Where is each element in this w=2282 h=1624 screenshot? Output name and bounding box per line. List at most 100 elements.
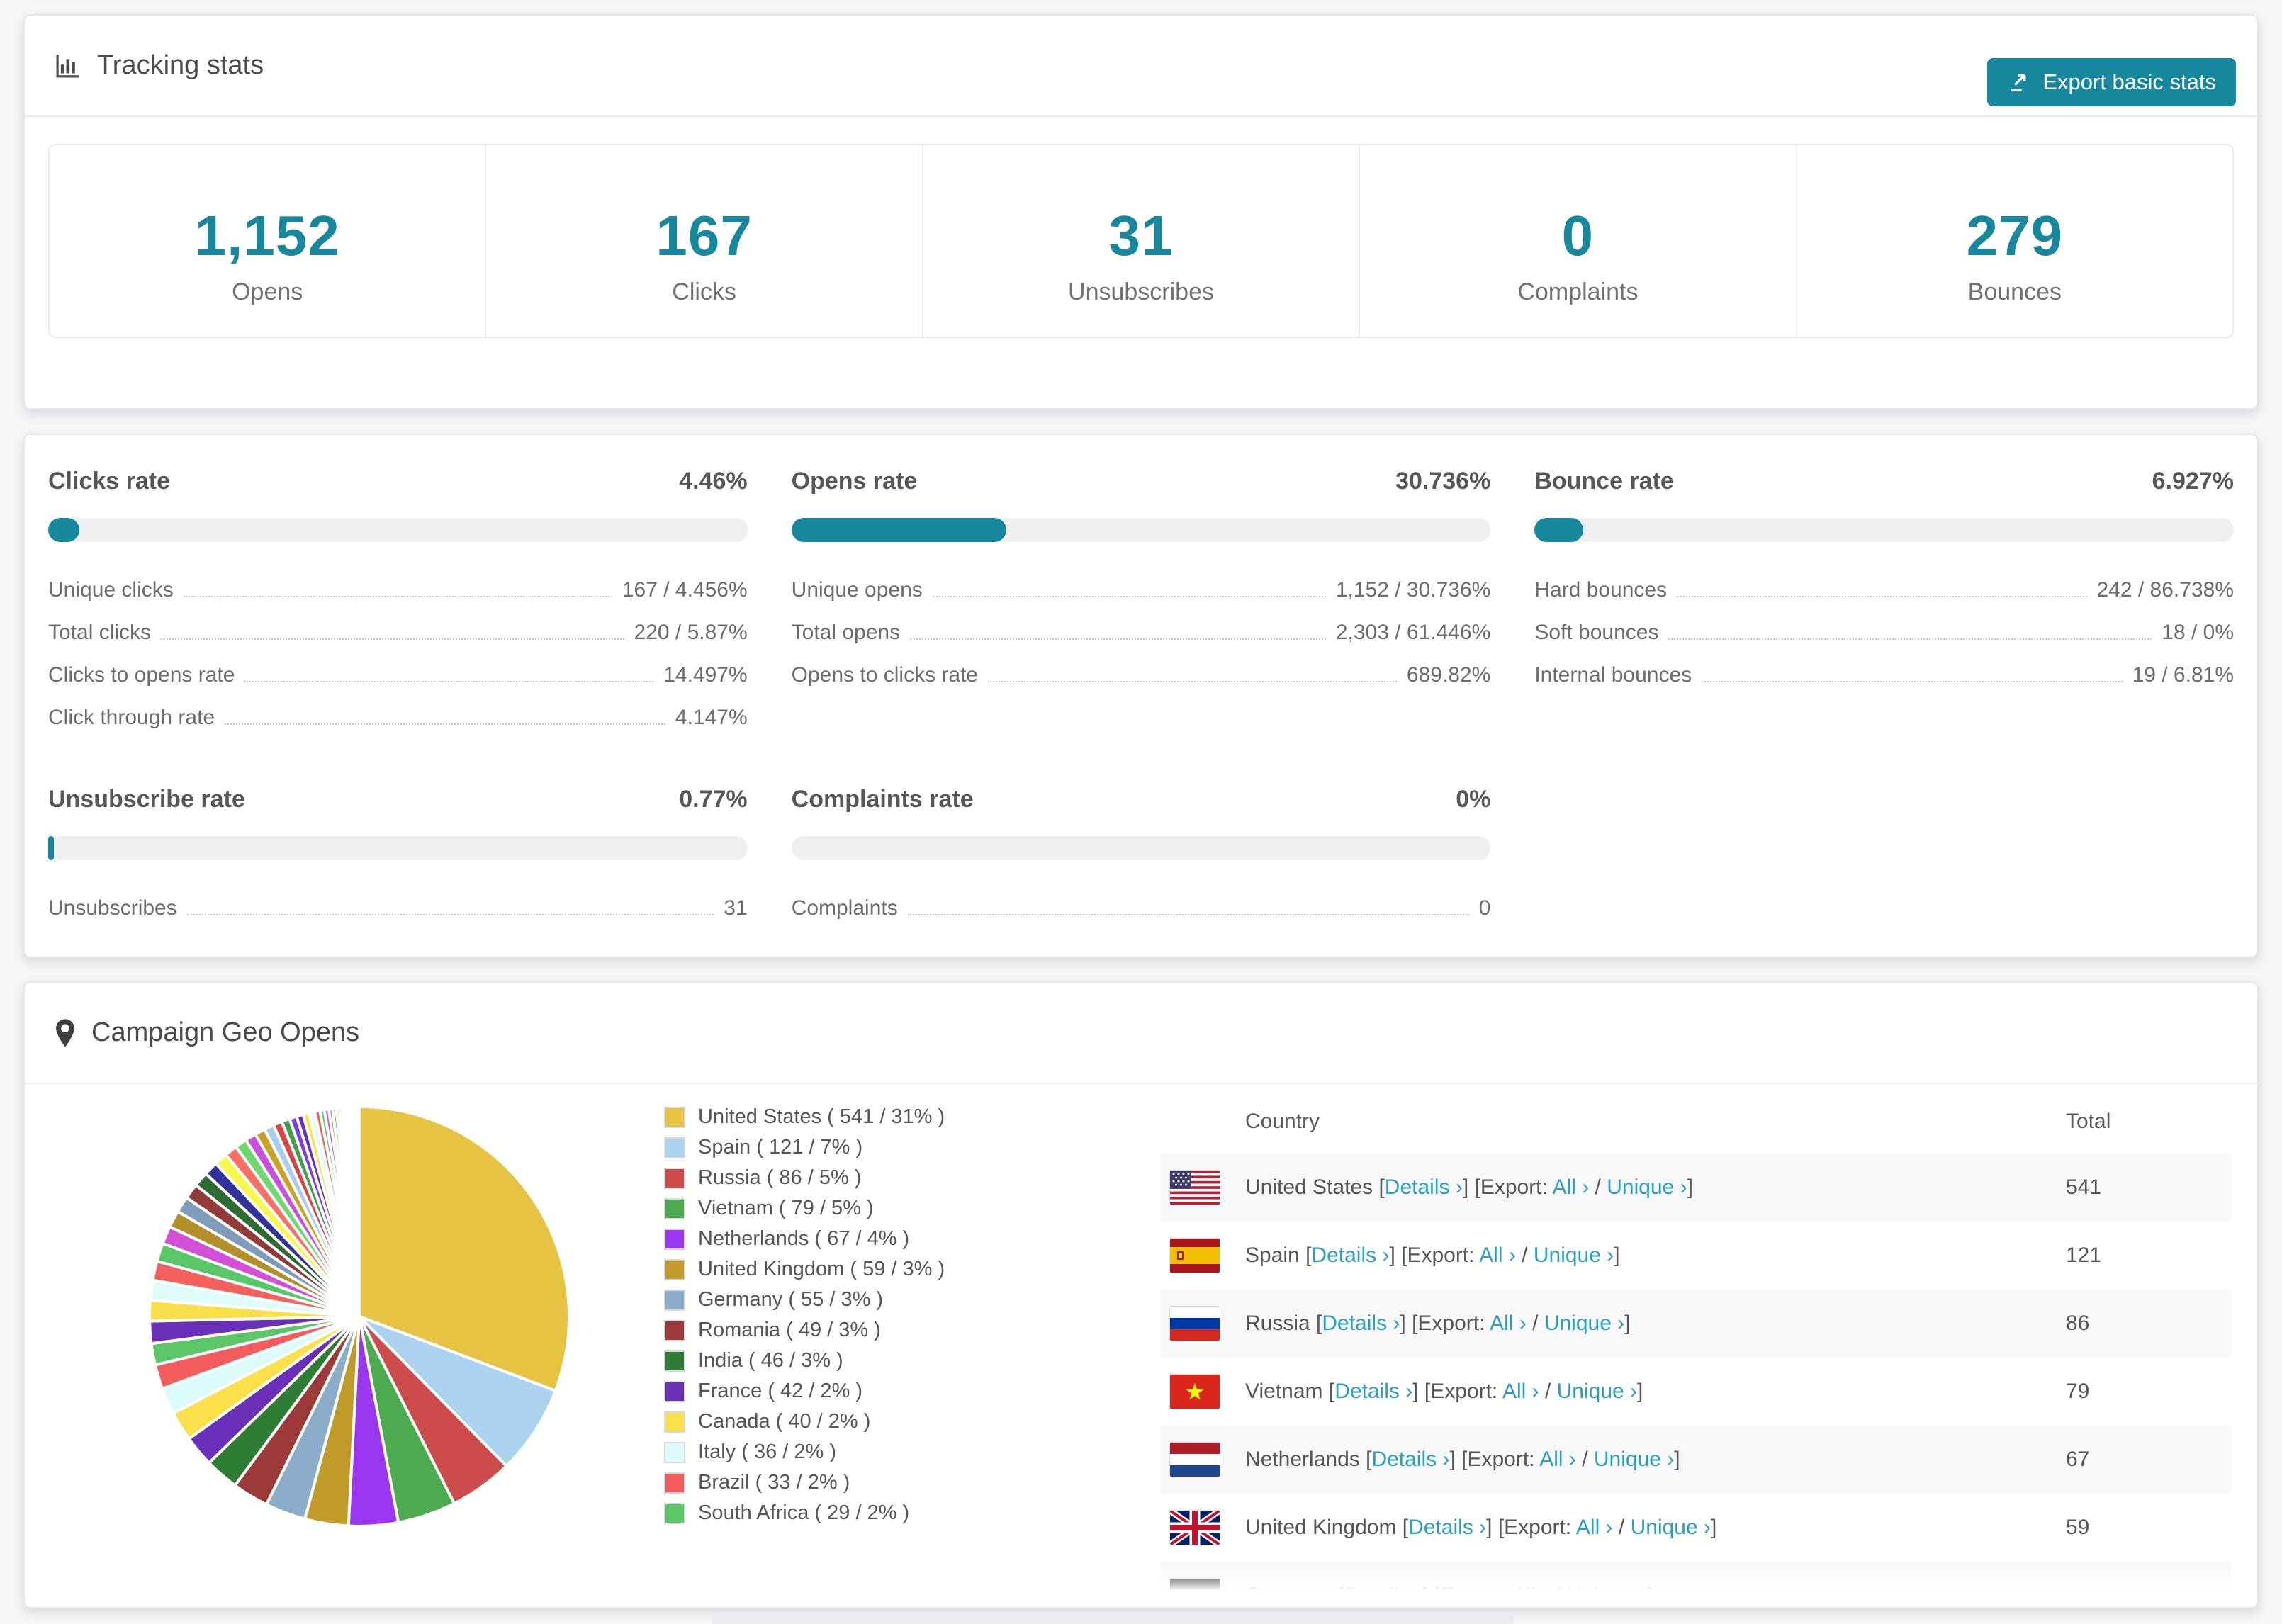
- geo-table-head: Country Total: [1160, 1091, 2232, 1154]
- legend-item-south-africa[interactable]: South Africa ( 29 / 2% ): [664, 1498, 945, 1528]
- legend-item-netherlands[interactable]: Netherlands ( 67 / 4% ): [664, 1224, 945, 1254]
- legend-item-spain[interactable]: Spain ( 121 / 7% ): [664, 1132, 945, 1163]
- geo-row-united-kingdom: United Kingdom [Details ›] [Export: All …: [1160, 1494, 2232, 1562]
- export-all-link-spain[interactable]: All ›: [1479, 1244, 1516, 1267]
- stat-value-clicks: 167: [656, 204, 753, 267]
- export-all-link-germany[interactable]: All ›: [1512, 1584, 1549, 1607]
- metric-value: 0: [1478, 896, 1491, 920]
- geo-table-rows: United States [Details ›] [Export: All ›…: [1160, 1154, 2232, 1607]
- geo-row-text: Vietnam [Details ›] [Export: All › / Uni…: [1245, 1380, 1643, 1403]
- us-flag-icon: [1170, 1171, 1220, 1205]
- legend-label: France ( 42 / 2% ): [698, 1380, 863, 1402]
- progress-fill: [1534, 518, 1583, 542]
- legend-item-brazil[interactable]: Brazil ( 33 / 2% ): [664, 1467, 945, 1498]
- metric-label: Total opens: [791, 621, 901, 644]
- geo-row-total: 79: [2066, 1380, 2090, 1403]
- export-basic-stats-button[interactable]: Export basic stats: [1987, 58, 2236, 106]
- progress-track: [48, 518, 748, 542]
- geo-header: Campaign Geo Opens: [25, 983, 2257, 1084]
- legend-item-india[interactable]: India ( 46 / 3% ): [664, 1346, 945, 1376]
- metric-row-soft-bounces: Soft bounces 18 / 0%: [1534, 611, 2234, 654]
- legend-item-russia[interactable]: Russia ( 86 / 5% ): [664, 1163, 945, 1193]
- export-all-link-vietnam[interactable]: All ›: [1502, 1380, 1539, 1403]
- legend-item-canada[interactable]: Canada ( 40 / 2% ): [664, 1406, 945, 1437]
- details-link-united-states[interactable]: Details ›: [1385, 1175, 1463, 1199]
- legend-item-vietnam[interactable]: Vietnam ( 79 / 5% ): [664, 1193, 945, 1224]
- export-unique-link-spain[interactable]: Unique ›: [1534, 1244, 1614, 1267]
- geo-row-spain: Spain [Details ›] [Export: All › / Uniqu…: [1160, 1222, 2232, 1290]
- tracking-stats-title: Tracking stats: [53, 50, 264, 81]
- metric-label: Soft bounces: [1534, 621, 1659, 644]
- metric-value: 14.497%: [663, 663, 748, 687]
- metric-row-clicks-to-opens-rate: Clicks to opens rate 14.497%: [48, 654, 748, 697]
- metric-row-click-through-rate: Click through rate 4.147%: [48, 697, 748, 739]
- legend-label: United States ( 541 / 31% ): [698, 1105, 945, 1128]
- export-all-link-united-states[interactable]: All ›: [1553, 1175, 1590, 1199]
- export-unique-link-united-kingdom[interactable]: Unique ›: [1631, 1516, 1711, 1539]
- stat-value-complaints: 0: [1561, 204, 1595, 267]
- metric-label: Total clicks: [48, 621, 152, 644]
- stat-label-clicks: Clicks: [672, 278, 736, 305]
- details-link-russia[interactable]: Details ›: [1322, 1312, 1400, 1335]
- legend-item-united-kingdom[interactable]: United Kingdom ( 59 / 3% ): [664, 1254, 945, 1285]
- dotted-leader: [1702, 681, 2123, 682]
- metric-value: 689.82%: [1406, 663, 1491, 687]
- details-link-spain[interactable]: Details ›: [1311, 1244, 1389, 1267]
- legend-item-italy[interactable]: Italy ( 36 / 2% ): [664, 1437, 945, 1467]
- metric-value: 19 / 6.81%: [2132, 663, 2234, 687]
- metric-row-unique-opens: Unique opens 1,152 / 30.736%: [792, 569, 1491, 611]
- rate-rows: Unsubscribes 31: [48, 887, 748, 930]
- details-link-netherlands[interactable]: Details ›: [1371, 1448, 1449, 1471]
- rate-value: 0.77%: [679, 786, 748, 813]
- progress-track: [791, 518, 1491, 542]
- metric-row-hard-bounces: Hard bounces 242 / 86.738%: [1534, 569, 2234, 611]
- rate-rows: Unique clicks 167 / 4.456% Total clicks 220…: [48, 569, 748, 739]
- metric-row-total-opens: Total opens 2,303 / 61.446%: [792, 611, 1491, 654]
- export-all-link-russia[interactable]: All ›: [1490, 1312, 1527, 1335]
- details-link-vietnam[interactable]: Details ›: [1334, 1380, 1412, 1403]
- metric-row-total-clicks: Total clicks 220 / 5.87%: [48, 611, 748, 654]
- metric-label: Hard bounces: [1534, 578, 1668, 602]
- export-unique-link-vietnam[interactable]: Unique ›: [1557, 1380, 1637, 1403]
- export-all-link-netherlands[interactable]: All ›: [1539, 1448, 1576, 1471]
- legend-swatch-brazil: [664, 1472, 685, 1494]
- rate-rows: Hard bounces 242 / 86.738% Soft bounces 18 …: [1534, 569, 2234, 697]
- rate-block-opens-rate: Opens rate 30.736% Unique opens 1,152 / 30.…: [791, 468, 1491, 739]
- export-unique-link-netherlands[interactable]: Unique ›: [1594, 1448, 1674, 1471]
- rate-rows: Unique opens 1,152 / 30.736% Total opens 2,…: [792, 569, 1491, 697]
- rate-value: 6.927%: [2152, 468, 2234, 495]
- rate-block-clicks-rate: Clicks rate 4.46% Unique clicks 167 / 4.456…: [48, 468, 748, 739]
- export-unique-link-germany[interactable]: Unique ›: [1567, 1584, 1647, 1607]
- legend-swatch-spain: [664, 1137, 685, 1158]
- ru-flag-icon: [1170, 1307, 1220, 1341]
- dotted-leader: [225, 723, 665, 725]
- progress-fill: [791, 518, 1006, 542]
- rate-head-bounce-rate: Bounce rate 6.927%: [1534, 468, 2234, 495]
- stat-opens: 1,152 Opens: [50, 145, 485, 337]
- legend-label: Brazil ( 33 / 2% ): [698, 1471, 850, 1494]
- rate-head-clicks-rate: Clicks rate 4.46%: [48, 468, 748, 495]
- dotted-leader: [1677, 596, 2087, 597]
- progress-fill: [48, 518, 79, 542]
- rate-head-opens-rate: Opens rate 30.736%: [792, 468, 1491, 495]
- legend-item-france[interactable]: France ( 42 / 2% ): [664, 1376, 945, 1406]
- metric-label: Clicks to opens rate: [48, 663, 235, 687]
- geo-row-germany: Germany [Details ›] [Export: All › / Uni…: [1160, 1562, 2232, 1607]
- legend-item-romania[interactable]: Romania ( 49 / 3% ): [664, 1315, 945, 1346]
- export-all-link-united-kingdom[interactable]: All ›: [1576, 1516, 1613, 1539]
- export-unique-link-united-states[interactable]: Unique ›: [1607, 1175, 1687, 1199]
- details-link-united-kingdom[interactable]: Details ›: [1408, 1516, 1486, 1539]
- geo-body: United States ( 541 / 31% ) Spain ( 121 /…: [25, 1084, 2257, 1607]
- export-unique-link-russia[interactable]: Unique ›: [1544, 1312, 1624, 1335]
- rate-title: Clicks rate: [48, 468, 170, 495]
- geo-pie-chart[interactable]: [147, 1104, 572, 1529]
- dotted-leader: [907, 914, 1469, 915]
- details-link-germany[interactable]: Details ›: [1344, 1584, 1422, 1607]
- legend-item-united-states[interactable]: United States ( 541 / 31% ): [664, 1102, 945, 1132]
- next-section-edge: [712, 1613, 1513, 1624]
- legend-item-germany[interactable]: Germany ( 55 / 3% ): [664, 1285, 945, 1315]
- geo-row-total: 59: [2066, 1516, 2090, 1539]
- page-title: Tracking stats: [97, 50, 264, 80]
- rates-grid: Clicks rate 4.46% Unique clicks 167 / 4.456…: [25, 435, 2257, 930]
- metric-row-opens-to-clicks-rate: Opens to clicks rate 689.82%: [792, 654, 1491, 697]
